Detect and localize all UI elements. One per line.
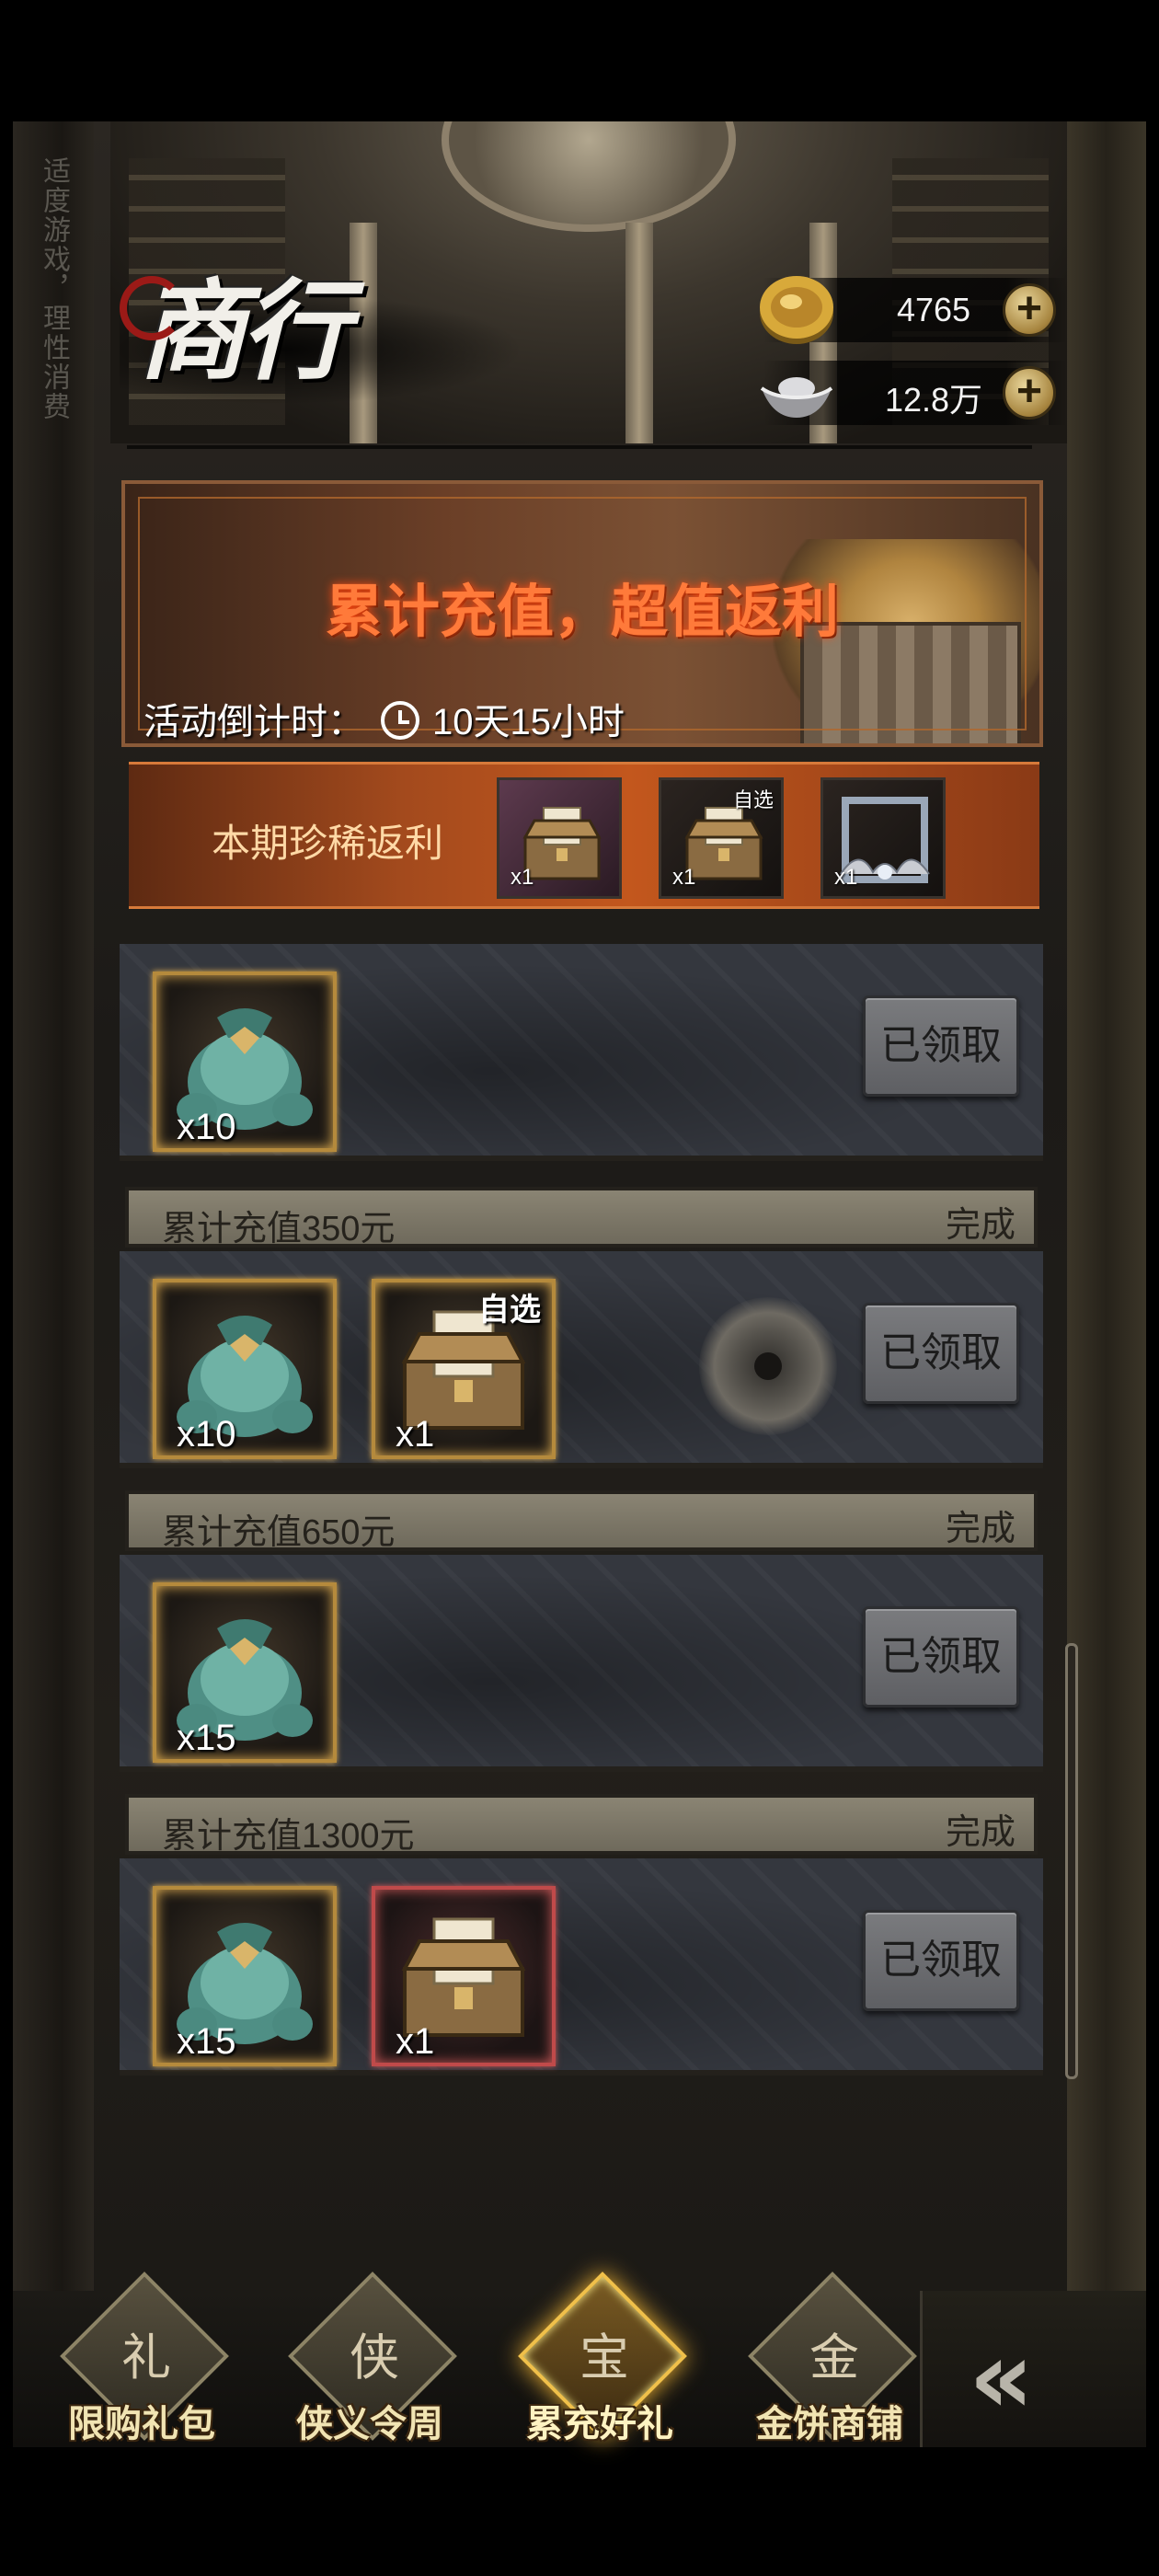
reward-item[interactable]: x10 [153,972,337,1152]
reward-item[interactable]: x1 [372,1886,556,2066]
add-silver-button[interactable]: + [1003,366,1056,420]
nav-limited-gift[interactable]: 礼 限购礼包 [31,2271,252,2447]
nav-chivalry-pass[interactable]: 侠 侠义令周 [259,2271,480,2447]
right-pillar [1067,121,1146,2293]
event-banner: 累计充值，超值返利 活动倒计时： 10天15小时 [121,480,1043,747]
rare-rewards-strip: 本期珍稀返利 x1 自选 x1 x1 [129,762,1039,909]
tier-name: 累计充值1300元 [162,1817,415,1856]
countdown-label: 活动倒计时： [143,702,364,742]
gold-coin-icon [760,276,833,344]
red-swirl-icon [120,276,184,340]
tier-body: x15 已领取 [120,1555,1043,1772]
tier-header: 累计充值1300元 完成 [125,1794,1038,1856]
rare-reward-item[interactable]: 自选 x1 [659,777,784,899]
reward-item[interactable]: 自选 x1 [372,1279,556,1459]
bottom-nav: 礼 限购礼包 侠 侠义令周 宝 累充好礼 金 金饼商铺 « [13,2271,1146,2447]
tier-body: x10 已领取 [120,944,1043,1161]
tier-header: 累计充值650元 完成 [125,1490,1038,1552]
ceiling-dome [442,121,736,232]
item-quantity: x1 [672,865,696,890]
claimed-button[interactable]: 已领取 [863,1606,1019,1708]
reward-item[interactable]: x10 [153,1279,337,1459]
header-divider [127,445,1032,449]
nav-gold-cake-shop[interactable]: 金 金饼商铺 [719,2271,940,2447]
nav-recharge-gift[interactable]: 宝 累充好礼 [489,2271,710,2447]
ink-blot-decoration [699,1297,837,1435]
item-quantity: x1 [834,865,858,890]
countdown-value: 10天15小时 [432,702,625,742]
optional-tag: 自选 [478,1293,541,1328]
nav-label: 限购礼包 [68,2404,215,2444]
silver-amount: 12.8万 [884,381,983,419]
nav-glyph: 宝 [580,2329,629,2386]
tier-status: 完成 [945,1206,1016,1245]
optional-tag: 自选 [732,788,774,811]
nav-label: 侠义令周 [296,2404,443,2444]
item-quantity: x10 [177,1107,236,1147]
event-countdown: 活动倒计时： 10天15小时 [143,692,625,743]
nav-label: 金饼商铺 [756,2404,903,2444]
claimed-button[interactable]: 已领取 [863,1303,1019,1404]
gold-currency: 4765 + [760,276,1067,344]
tier-header: 累计充值350元 完成 [125,1187,1038,1248]
tier-body: x10 自选 x1 已领取 [120,1251,1043,1468]
double-chevron-left-icon: « [969,2318,1034,2436]
item-quantity: x10 [177,1414,236,1455]
tier-status: 完成 [945,1813,1016,1852]
reward-item[interactable]: x15 [153,1582,337,1763]
column [625,223,653,443]
left-pillar [13,121,94,2293]
list-scrollbar[interactable] [1065,1643,1078,2079]
nav-glyph: 金 [809,2329,859,2386]
age-advisory-slogan: 适度游戏，理性消费 [39,156,69,421]
tier-name: 累计充值650元 [162,1513,396,1552]
claimed-button[interactable]: 已领取 [863,1910,1019,2011]
back-button[interactable]: « [920,2291,1146,2447]
clock-icon [381,701,419,740]
app-root: 适度游戏，理性消费 商行 4765 + 12.8万 + 累计充值，超值返利 活动… [0,0,1159,2576]
rare-reward-item[interactable]: x1 [497,777,622,899]
gold-amount: 4765 [896,291,971,328]
item-quantity: x1 [511,865,534,890]
item-quantity: x1 [396,1414,435,1455]
nav-glyph: 侠 [350,2329,399,2386]
rare-rewards-label: 本期珍稀返利 [212,822,444,865]
silver-ingot-icon [760,377,833,418]
item-quantity: x15 [177,1718,236,1758]
rare-reward-item[interactable]: x1 [820,777,946,899]
nav-glyph: 礼 [121,2329,171,2386]
nav-label: 累充好礼 [526,2404,673,2444]
claimed-button[interactable]: 已领取 [863,995,1019,1097]
tier-status: 完成 [945,1510,1016,1548]
tier-body: x15 x1 已领取 [120,1858,1043,2076]
tier-name: 累计充值350元 [162,1210,396,1248]
item-quantity: x15 [177,2021,236,2062]
reward-tier-list[interactable]: x10 已领取 累计充值350元 完成 x10 自选 x1 已领取 累计充值65… [120,937,1043,2087]
banner-headline: 累计充值，超值返利 [325,581,839,644]
item-quantity: x1 [396,2021,435,2062]
add-gold-button[interactable]: + [1003,283,1056,337]
shop-title: 商行 [120,258,386,405]
reward-item[interactable]: x15 [153,1886,337,2066]
silver-currency: 12.8万 + [760,361,1067,425]
